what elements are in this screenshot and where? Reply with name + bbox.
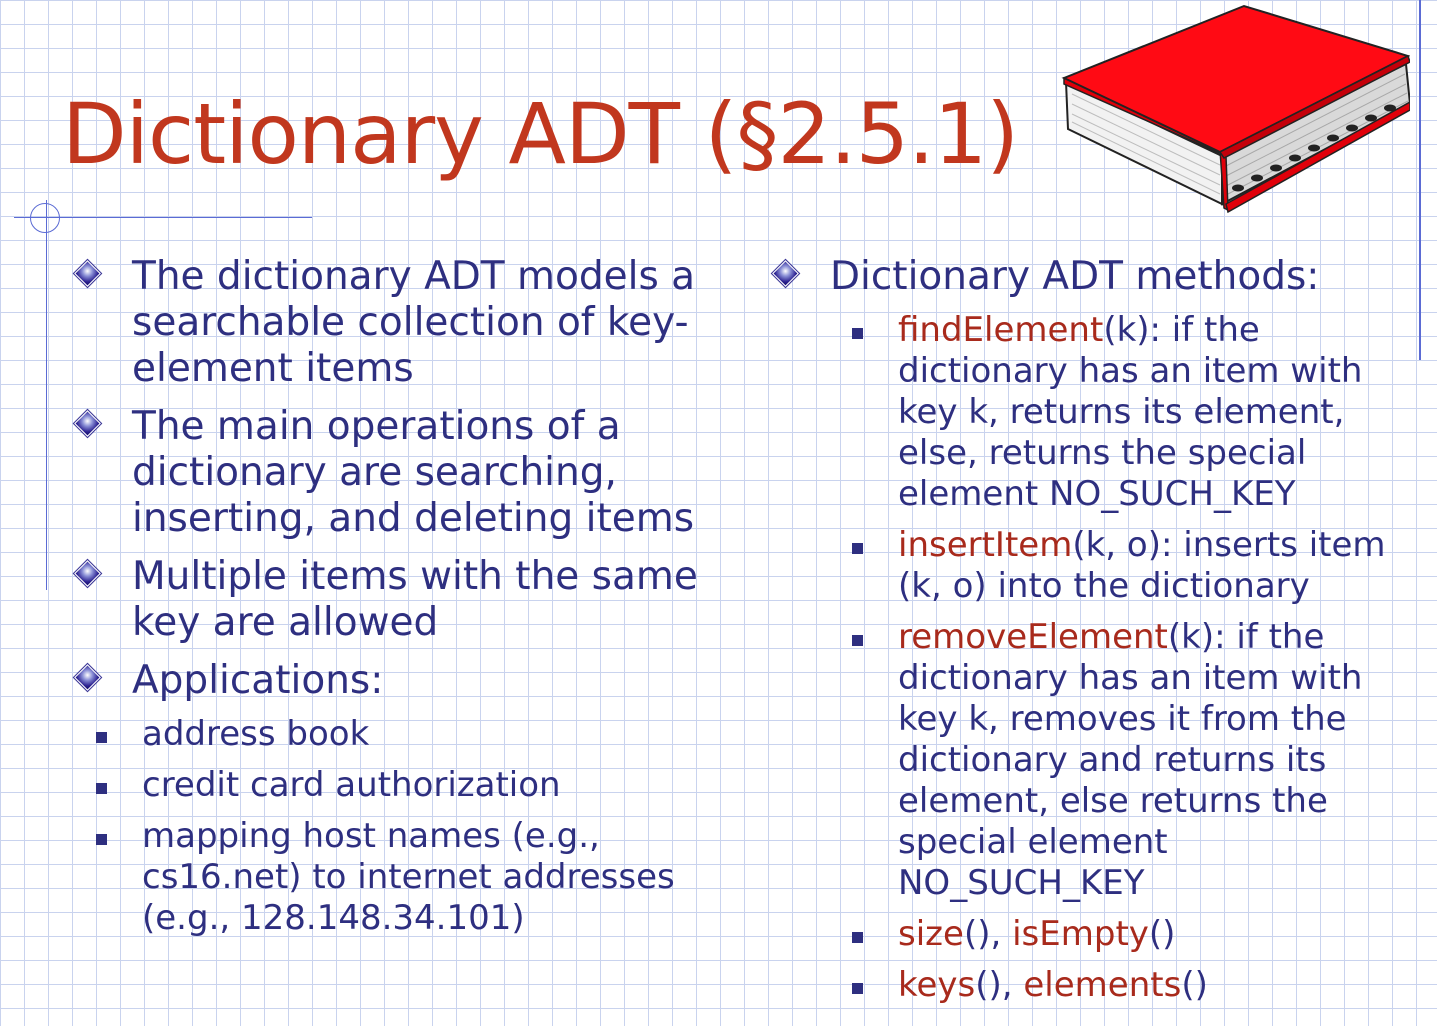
applications-list: address book credit card authorization m… (74, 714, 734, 939)
square-bullet-icon (96, 783, 107, 794)
method-name: findElement (898, 310, 1104, 350)
list-item: credit card authorization (74, 765, 734, 806)
method-item: insertItem(k, o): inserts item (k, o) in… (772, 525, 1412, 607)
book-icon (1061, 4, 1410, 214)
accent-circle (30, 203, 60, 233)
square-bullet-icon (852, 635, 863, 646)
list-item: Dictionary ADT methods: findElement(k): … (772, 254, 1412, 1006)
diamond-bullet-icon (74, 664, 101, 691)
square-bullet-icon (852, 983, 863, 994)
method-name: removeElement (898, 617, 1168, 657)
list-item: The dictionary ADT models a searchable c… (74, 254, 734, 392)
list-item: Applications: address book credit card a… (74, 658, 734, 939)
square-bullet-icon (96, 732, 107, 743)
slide: Dictionary ADT (§2.5.1) The dictionary A… (0, 0, 1437, 1026)
diamond-bullet-icon (74, 560, 101, 587)
method-item: removeElement(k): if the dictionary has … (772, 617, 1412, 904)
list-item: address book (74, 714, 734, 755)
diamond-bullet-icon (772, 260, 799, 287)
square-bullet-icon (852, 328, 863, 339)
method-name: isEmpty (1012, 914, 1149, 954)
list-item: The main operations of a dictionary are … (74, 404, 734, 542)
method-name: elements (1023, 965, 1182, 1005)
square-bullet-icon (852, 932, 863, 943)
square-bullet-icon (96, 834, 107, 845)
method-name: size (898, 914, 964, 954)
right-bullet-list: Dictionary ADT methods: findElement(k): … (772, 254, 1412, 1006)
list-item: Multiple items with the same key are all… (74, 554, 734, 646)
diamond-bullet-icon (74, 260, 101, 287)
left-accent-line (46, 200, 47, 590)
method-item: findElement(k): if the dictionary has an… (772, 310, 1412, 515)
slide-title: Dictionary ADT (§2.5.1) (62, 85, 1019, 183)
method-item: keys(), elements() (772, 965, 1412, 1006)
method-name: insertItem (898, 525, 1073, 565)
square-bullet-icon (852, 543, 863, 554)
left-bullet-list: The dictionary ADT models a searchable c… (74, 254, 734, 939)
method-item: size(), isEmpty() (772, 914, 1412, 955)
left-column: The dictionary ADT models a searchable c… (74, 254, 734, 951)
right-column: Dictionary ADT methods: findElement(k): … (772, 254, 1412, 1016)
methods-list: findElement(k): if the dictionary has an… (772, 310, 1412, 1006)
right-accent-line (1419, 0, 1421, 360)
method-name: keys (898, 965, 976, 1005)
list-item: mapping host names (e.g., cs16.net) to i… (74, 816, 734, 939)
diamond-bullet-icon (74, 410, 101, 437)
